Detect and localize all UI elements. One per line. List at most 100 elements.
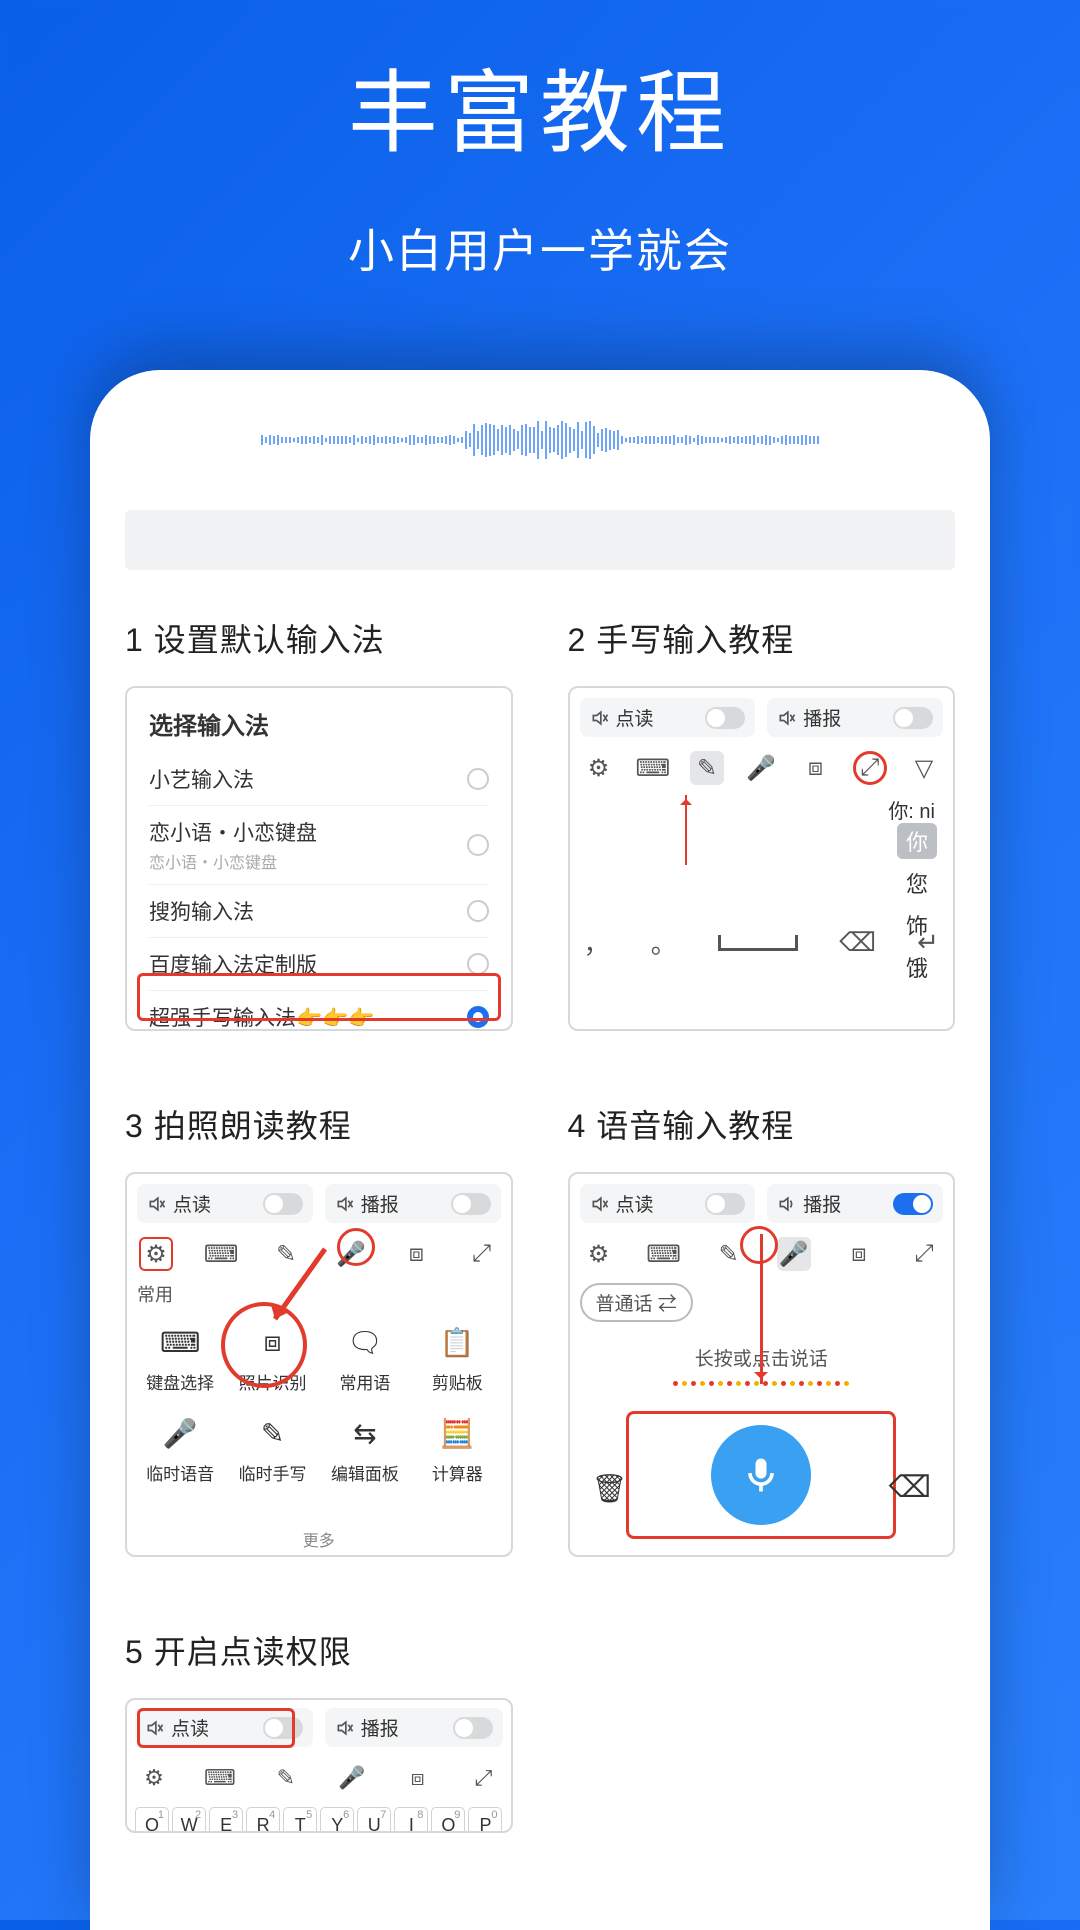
read-aloud-toggle[interactable]: 点读 xyxy=(137,1184,313,1223)
collapse-icon[interactable]: ⤢ xyxy=(907,1237,941,1271)
photo-read-card: 点读 播报 ⚙ ⌨ ✎ 🎤 ⧈ ⤢ 常用 ⌨ 键盘选择 ⧈ 照片识别 🗨常用语 📋 xyxy=(125,1172,513,1557)
tool-item[interactable]: ⇆编辑面板 xyxy=(322,1412,408,1485)
search-bar[interactable] xyxy=(125,510,955,570)
tutorial-cell-2: 2 手写输入教程 点读 播报 ⚙ ⌨ ✎ 🎤 xyxy=(568,615,956,1031)
mic-icon[interactable]: 🎤 xyxy=(777,1237,811,1271)
comma-key[interactable]: ， xyxy=(584,924,610,961)
scan-icon[interactable]: ⧈ xyxy=(399,1237,433,1271)
tool-item[interactable]: ✎临时手写 xyxy=(229,1412,315,1485)
feather-icon[interactable]: ✎ xyxy=(269,1237,303,1271)
tool-label: 临时语音 xyxy=(146,1460,214,1485)
tool-item[interactable]: 🗨常用语 xyxy=(322,1321,408,1394)
mic-icon[interactable]: 🎤 xyxy=(335,1761,369,1795)
tool-item[interactable]: ⧈ 照片识别 xyxy=(229,1321,315,1394)
language-chip[interactable]: 普通话 ⇄ xyxy=(580,1283,693,1322)
keyboard-key[interactable]: 3E xyxy=(209,1807,243,1833)
gear-icon[interactable]: ⚙ xyxy=(139,1237,173,1271)
feather-icon[interactable]: ✎ xyxy=(690,751,724,785)
keyboard-toolbar: ⚙ ⌨ ✎ 🎤 ⧈ ⤢ xyxy=(137,1233,501,1277)
backspace-icon[interactable]: ⌫ xyxy=(889,1470,931,1505)
radio-icon[interactable] xyxy=(467,953,489,975)
collapse-icon[interactable]: ⤢ xyxy=(853,751,887,785)
tool-icon: ⧈ xyxy=(252,1321,294,1363)
keyboard-key[interactable]: 8I xyxy=(394,1807,428,1833)
keyboard-icon[interactable]: ⌨ xyxy=(647,1237,681,1271)
tool-icon: ⌨ xyxy=(159,1321,201,1363)
keyboard-icon[interactable]: ⌨ xyxy=(204,1237,238,1271)
keyboard-key[interactable]: 6Y xyxy=(320,1807,354,1833)
read-aloud-toggle[interactable]: 点读 xyxy=(135,1708,313,1747)
phone-frame: 1 设置默认输入法 选择输入法 小艺输入法恋小语・小恋键盘恋小语・小恋键盘搜狗输… xyxy=(90,370,990,1930)
volume-off-icon xyxy=(147,1194,167,1214)
radio-icon[interactable] xyxy=(467,768,489,790)
ime-option-label: 恋小语・小恋键盘 xyxy=(149,817,317,847)
radio-icon[interactable] xyxy=(467,900,489,922)
collapse-icon[interactable]: ⤢ xyxy=(464,1237,498,1271)
period-key[interactable]: 。 xyxy=(651,924,677,961)
tool-item[interactable]: 📋 剪贴板 xyxy=(414,1321,500,1394)
keyboard-key[interactable]: 0P xyxy=(468,1807,502,1833)
keyboard-key[interactable]: 2W xyxy=(172,1807,206,1833)
voice-input-card: 点读 播报 ⚙ ⌨ ✎ 🎤 ⧈ ⤢ 普通话 ⇄ 长按或点击说话 xyxy=(568,1172,956,1557)
tool-item[interactable]: ⌨ 键盘选择 xyxy=(137,1321,223,1394)
mic-button[interactable] xyxy=(711,1425,811,1525)
tool-icon: 📋 xyxy=(436,1321,478,1363)
ime-option[interactable]: 百度输入法定制版 xyxy=(149,937,489,990)
keyboard-bottom-row: ， 。 ⌫ ↵ xyxy=(580,924,944,961)
candidate-char[interactable]: 你 xyxy=(897,823,937,859)
tab-label[interactable]: 常用 xyxy=(137,1277,501,1313)
ime-option[interactable]: 超强手写输入法👉👉👉 xyxy=(149,990,489,1031)
ime-option-sub: 恋小语・小恋键盘 xyxy=(149,849,317,873)
ime-option[interactable]: 小艺输入法 xyxy=(149,753,489,805)
read-aloud-toggle[interactable]: 点读 xyxy=(580,1184,756,1223)
broadcast-toggle[interactable]: 播报 xyxy=(325,1708,503,1747)
mic-icon[interactable]: 🎤 xyxy=(334,1237,368,1271)
radio-icon[interactable] xyxy=(467,834,489,856)
volume-off-icon xyxy=(145,1718,165,1738)
chevron-down-icon[interactable]: ▽ xyxy=(907,751,941,785)
feather-icon[interactable]: ✎ xyxy=(269,1761,303,1795)
ime-option[interactable]: 恋小语・小恋键盘恋小语・小恋键盘 xyxy=(149,805,489,884)
scan-icon[interactable]: ⧈ xyxy=(401,1761,435,1795)
scan-icon[interactable]: ⧈ xyxy=(842,1237,876,1271)
gear-icon[interactable]: ⚙ xyxy=(582,751,616,785)
space-key[interactable] xyxy=(718,935,798,951)
trash-icon[interactable]: 🗑 xyxy=(592,1472,628,1505)
read-aloud-toggle[interactable]: 点读 xyxy=(580,698,756,737)
tool-label: 剪贴板 xyxy=(432,1369,483,1394)
radio-icon[interactable] xyxy=(467,1006,489,1028)
section-title: 5 开启点读权限 xyxy=(125,1627,513,1673)
keyboard-key[interactable]: 7U xyxy=(357,1807,391,1833)
tool-label: 编辑面板 xyxy=(331,1460,399,1485)
tool-icon: 🧮 xyxy=(436,1412,478,1454)
section-title: 1 设置默认输入法 xyxy=(125,615,513,661)
backspace-icon[interactable]: ⌫ xyxy=(839,927,876,958)
broadcast-toggle[interactable]: 播报 xyxy=(767,1184,943,1223)
tutorial-cell-4: 4 语音输入教程 点读 播报 ⚙ ⌨ ✎ 🎤 xyxy=(568,1101,956,1557)
keyboard-icon[interactable]: ⌨ xyxy=(636,751,670,785)
tool-item[interactable]: 🧮计算器 xyxy=(414,1412,500,1485)
mic-icon xyxy=(739,1453,783,1497)
ime-option[interactable]: 搜狗输入法 xyxy=(149,884,489,937)
keyboard-icon[interactable]: ⌨ xyxy=(203,1761,237,1795)
tool-label: 键盘选择 xyxy=(146,1369,214,1394)
tutorial-cell-1: 1 设置默认输入法 选择输入法 小艺输入法恋小语・小恋键盘恋小语・小恋键盘搜狗输… xyxy=(125,615,513,1031)
keyboard-key[interactable]: 4R xyxy=(246,1807,280,1833)
collapse-icon[interactable]: ⤢ xyxy=(466,1761,500,1795)
broadcast-toggle[interactable]: 播报 xyxy=(767,698,943,737)
gear-icon[interactable]: ⚙ xyxy=(582,1237,616,1271)
tool-label: 照片识别 xyxy=(239,1369,307,1394)
enter-icon[interactable]: ↵ xyxy=(917,927,939,958)
section-title: 3 拍照朗读教程 xyxy=(125,1101,513,1147)
scan-icon[interactable]: ⧈ xyxy=(799,751,833,785)
gear-icon[interactable]: ⚙ xyxy=(137,1761,171,1795)
keyboard-key[interactable]: 9O xyxy=(431,1807,465,1833)
broadcast-toggle[interactable]: 播报 xyxy=(325,1184,501,1223)
keyboard-key[interactable]: 5T xyxy=(283,1807,317,1833)
highlight-box-icon xyxy=(626,1411,896,1539)
tool-item[interactable]: 🎤临时语音 xyxy=(137,1412,223,1485)
ime-picker-card: 选择输入法 小艺输入法恋小语・小恋键盘恋小语・小恋键盘搜狗输入法百度输入法定制版… xyxy=(125,686,513,1031)
candidate-char[interactable]: 您 xyxy=(897,865,937,901)
keyboard-key[interactable]: 1Q xyxy=(135,1807,169,1833)
mic-icon[interactable]: 🎤 xyxy=(744,751,778,785)
